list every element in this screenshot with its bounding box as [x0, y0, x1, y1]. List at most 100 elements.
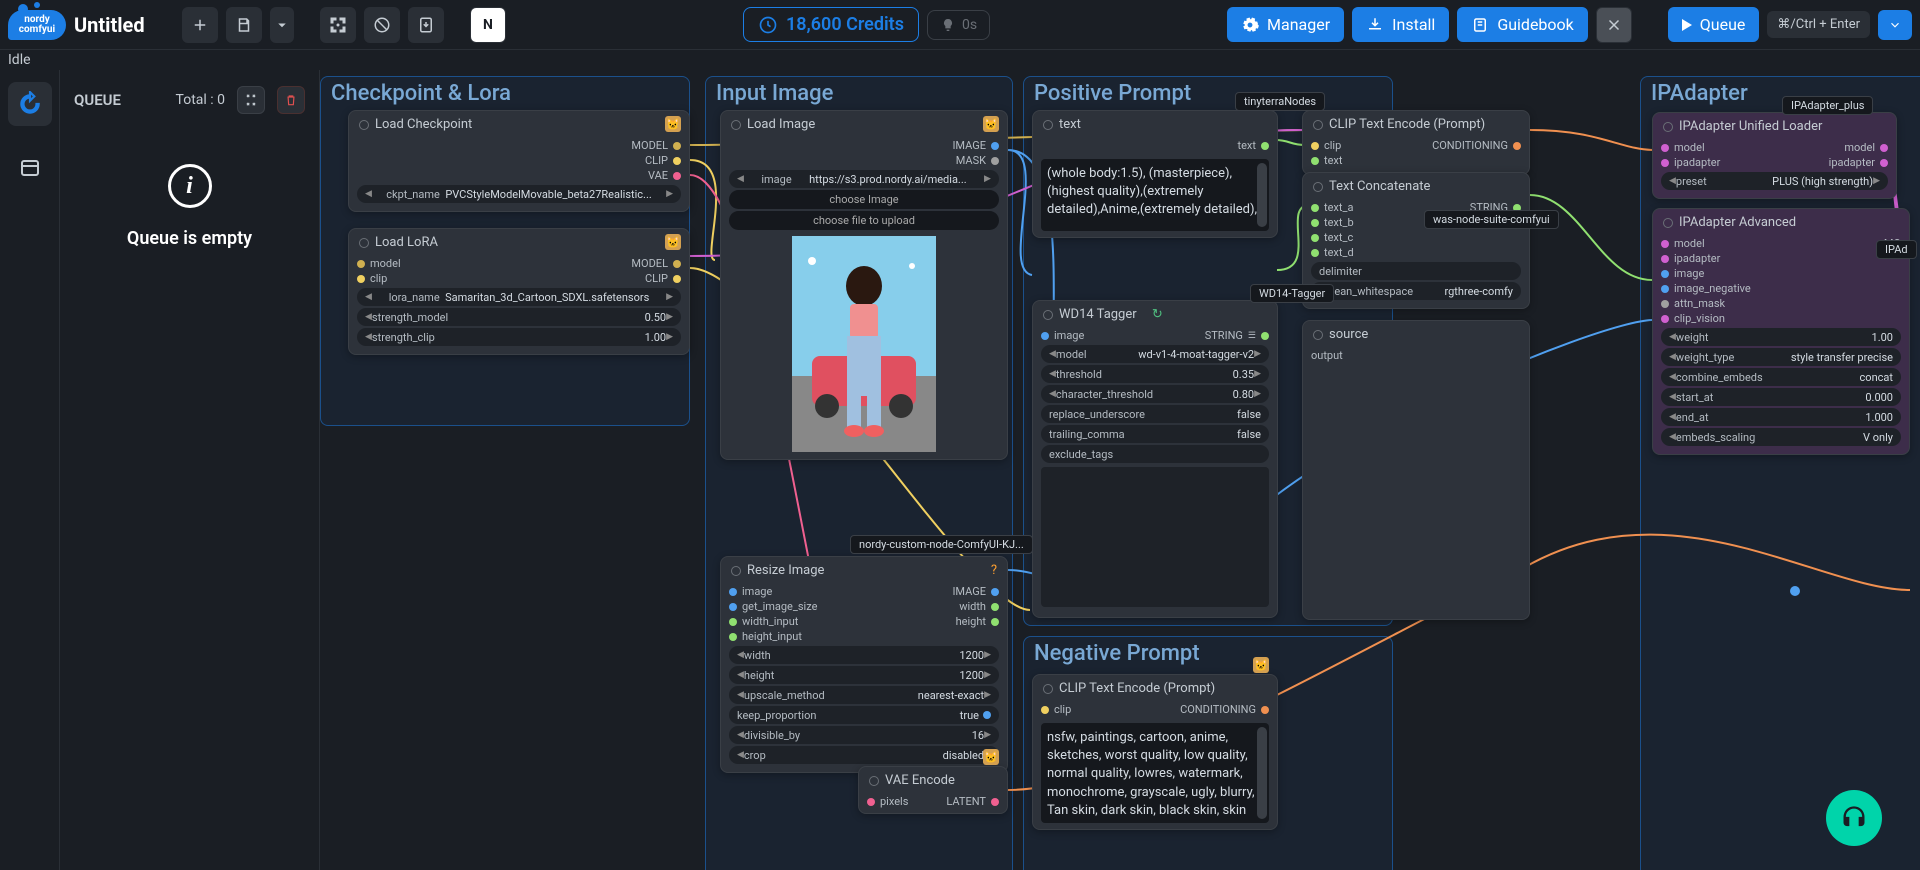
tag-ipadapter-plus: IPAdapter_plus — [1782, 96, 1873, 115]
queue-empty-text: Queue is empty — [127, 228, 252, 249]
close-panel-icon[interactable] — [1596, 7, 1632, 43]
node-title: IPAdapter Unified Loader — [1653, 113, 1896, 140]
guidebook-button[interactable]: Guidebook — [1457, 7, 1587, 42]
height-widget[interactable]: ◀height1200▶ — [729, 666, 999, 684]
tag-was: was-node-suite-comfyui — [1424, 210, 1559, 229]
library-tab-icon[interactable] — [8, 146, 52, 190]
node-title: VAE Encode — [859, 767, 1007, 794]
wd14-threshold-widget[interactable]: ◀threshold0.35▶ — [1041, 365, 1269, 383]
node-clip-encode-positive[interactable]: CLIP Text Encode (Prompt) clipCONDITIONI… — [1302, 110, 1530, 175]
logo[interactable]: nordy comfyui — [8, 10, 66, 40]
queue-shortcut-hint: ⌘/Ctrl + Enter — [1767, 11, 1870, 38]
queue-dropdown[interactable] — [1878, 10, 1912, 40]
status-text: Idle — [0, 50, 1920, 70]
divisible-widget[interactable]: ◀divisible_by16▶ — [729, 726, 999, 744]
end-at-widget[interactable]: ◀end_at1.000 — [1661, 408, 1901, 426]
node-resize-image[interactable]: Resize Image? imageIMAGE get_image_sizew… — [720, 556, 1008, 773]
node-title: text — [1033, 111, 1277, 138]
cancel-icon[interactable] — [364, 7, 400, 43]
ckpt-name-widget[interactable]: ◀ckpt_name PVCStyleModelMovable_beta27Re… — [357, 185, 681, 203]
wd14-output-text[interactable] — [1041, 467, 1269, 607]
cat-badge-icon — [665, 234, 681, 250]
wd14-replace-widget[interactable]: replace_underscorefalse — [1041, 405, 1269, 423]
preset-widget[interactable]: ◀presetPLUS (high strength)▶ — [1661, 172, 1888, 190]
image-preview — [721, 232, 1007, 459]
cat-badge-icon — [665, 116, 681, 132]
group-positive: Positive Prompt — [1034, 81, 1191, 106]
wd14-trailing-widget[interactable]: trailing_commafalse — [1041, 425, 1269, 443]
node-positive-text[interactable]: text text (whole body:1.5), (masterpiece… — [1032, 110, 1278, 238]
node-clip-encode-negative[interactable]: CLIP Text Encode (Prompt) clipCONDITIONI… — [1032, 674, 1278, 830]
embeds-scaling-widget[interactable]: ◀embeds_scalingV only — [1661, 428, 1901, 446]
strength-clip-widget[interactable]: ◀strength_clip1.00▶ — [357, 328, 681, 346]
keep-proportion-widget[interactable]: keep_proportiontrue — [729, 706, 999, 724]
download-icon[interactable] — [408, 7, 444, 43]
weight-widget[interactable]: ◀weight1.00 — [1661, 328, 1901, 346]
node-ipadapter-advanced[interactable]: IPAdapter Advanced modelMO ipadapter ima… — [1652, 208, 1910, 455]
lora-name-widget[interactable]: ◀lora_name Samaritan_3d_Cartoon_SDXL.saf… — [357, 288, 681, 306]
clean-whitespace-widget[interactable]: ◀clean_whitespacergthree-comfy — [1311, 282, 1521, 300]
image-url-widget[interactable]: ◀imagehttps://s3.prod.nordy.ai/media...▶ — [729, 170, 999, 188]
group-input-image: Input Image — [716, 81, 833, 106]
group-negative: Negative Prompt — [1034, 641, 1200, 666]
clock-icon — [758, 15, 778, 35]
node-wd14-tagger[interactable]: WD14 Tagger ↻ imageSTRING☰ ◀modelwd-v1-4… — [1032, 300, 1278, 618]
tag-nordy-custom: nordy-custom-node-ComfyUI-KJ... — [850, 535, 1033, 554]
timer-pill: 0s — [927, 10, 990, 40]
headset-icon — [1840, 804, 1868, 832]
group-checkpoint: Checkpoint & Lora — [331, 81, 511, 106]
preview-image — [792, 236, 936, 452]
save-button[interactable] — [226, 7, 262, 43]
cat-badge-icon — [983, 116, 999, 132]
width-widget[interactable]: ◀width1200▶ — [729, 646, 999, 664]
group-ipadapter: IPAdapter — [1651, 81, 1748, 106]
cat-badge-icon — [983, 749, 999, 765]
wd14-model-widget[interactable]: ◀modelwd-v1-4-moat-tagger-v2▶ — [1041, 345, 1269, 363]
reroute-pin[interactable] — [1790, 586, 1800, 596]
upscale-widget[interactable]: ◀upscale_methodnearest-exact▶ — [729, 686, 999, 704]
node-title: IPAdapter Advanced — [1653, 209, 1909, 236]
combine-embeds-widget[interactable]: ◀combine_embedsconcat — [1661, 368, 1901, 386]
node-load-checkpoint[interactable]: Load Checkpoint MODEL CLIP VAE ◀ckpt_nam… — [348, 110, 690, 212]
manager-button[interactable]: Manager — [1227, 7, 1344, 42]
save-dropdown[interactable] — [270, 7, 294, 43]
start-at-widget[interactable]: ◀start_at0.000 — [1661, 388, 1901, 406]
node-title: CLIP Text Encode (Prompt) — [1303, 111, 1529, 138]
node-load-lora[interactable]: Load LoRA modelMODEL clipCLIP ◀lora_name… — [348, 228, 690, 355]
n-icon[interactable]: N — [470, 7, 506, 43]
delimiter-widget[interactable]: delimiter — [1311, 262, 1521, 280]
node-title: Load Checkpoint — [349, 111, 689, 138]
add-button[interactable] — [182, 7, 218, 43]
weight-type-widget[interactable]: ◀weight_typestyle transfer precise — [1661, 348, 1901, 366]
negative-prompt-text[interactable]: nsfw, paintings, cartoon, anime, sketche… — [1041, 723, 1269, 823]
node-title: Load LoRA — [349, 229, 689, 256]
install-button[interactable]: Install — [1352, 7, 1449, 42]
wd14-char-threshold-widget[interactable]: ◀character_threshold0.80▶ — [1041, 385, 1269, 403]
help-fab-button[interactable] — [1826, 790, 1882, 846]
node-load-image[interactable]: Load Image IMAGE MASK ◀imagehttps://s3.p… — [720, 110, 1008, 460]
strength-model-widget[interactable]: ◀strength_model0.50▶ — [357, 308, 681, 326]
node-text-concatenate[interactable]: Text Concatenate text_aSTRING text_b tex… — [1302, 172, 1530, 309]
info-icon: i — [168, 164, 212, 208]
node-canvas[interactable]: Checkpoint & Lora Input Image Positive P… — [320, 70, 1920, 870]
bulb-icon — [940, 17, 956, 33]
history-tab-icon[interactable] — [8, 82, 52, 126]
chevron-down-icon — [1888, 18, 1902, 32]
queue-total: Total : 0 — [176, 92, 225, 108]
node-title: Load Image — [721, 111, 1007, 138]
node-vae-encode[interactable]: VAE Encode pixelsLATENT — [858, 766, 1008, 814]
node-source[interactable]: source output — [1302, 320, 1530, 620]
node-ipadapter-loader[interactable]: IPAdapter Unified Loader modelmodel ipad… — [1652, 112, 1897, 199]
credits-pill[interactable]: 18,600 Credits — [743, 7, 919, 42]
node-title: Text Concatenate — [1303, 173, 1529, 200]
choose-image-button[interactable]: choose Image — [729, 190, 999, 209]
project-title-input[interactable] — [74, 13, 174, 37]
queue-button[interactable]: Queue — [1668, 7, 1760, 42]
choose-file-button[interactable]: choose file to upload — [729, 211, 999, 230]
crop-widget[interactable]: ◀cropdisabled▶ — [729, 746, 999, 764]
collapse-all-icon[interactable] — [237, 86, 265, 114]
positive-prompt-text[interactable]: (whole body:1.5), (masterpiece),(highest… — [1041, 159, 1269, 231]
fit-view-button[interactable] — [320, 7, 356, 43]
wd14-exclude-widget[interactable]: exclude_tags — [1041, 445, 1269, 463]
clear-queue-icon[interactable] — [277, 86, 305, 114]
